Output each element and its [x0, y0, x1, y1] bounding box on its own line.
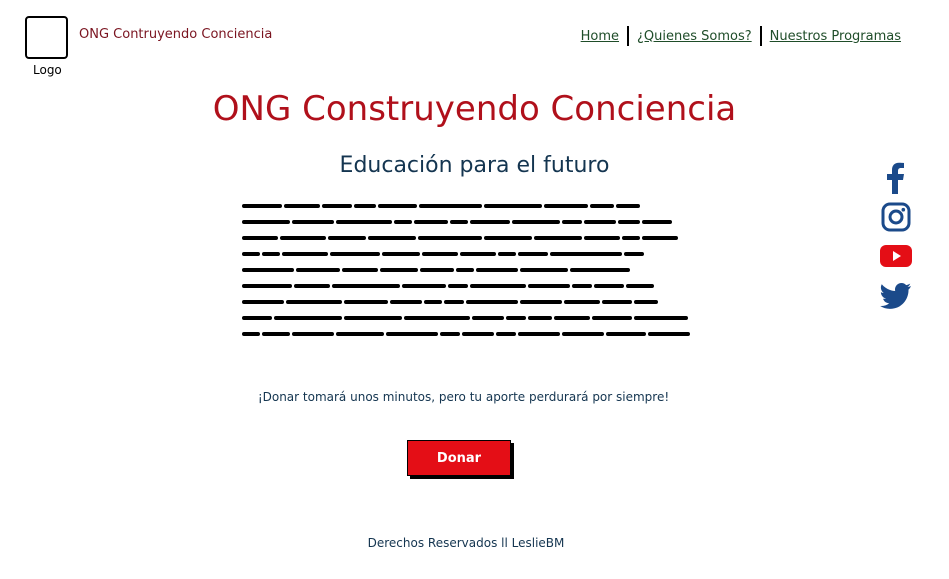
logo-label: Logo: [33, 63, 62, 77]
nav-nuestros-programas-link[interactable]: Nuestros Programas: [762, 29, 901, 44]
nav-quienes-somos-link[interactable]: ¿Quienes Somos?: [629, 29, 760, 44]
youtube-icon[interactable]: [880, 240, 912, 272]
donate-message: ¡Donar tomará unos minutos, pero tu apor…: [257, 390, 670, 404]
nav-home-link[interactable]: Home: [573, 29, 627, 44]
main-nav: Home ¿Quienes Somos? Nuestros Programas: [573, 26, 901, 46]
page-subtitle: Educación para el futuro: [339, 153, 610, 178]
social-links: [880, 162, 920, 318]
footer-copyright: Derechos Reservados ll LeslieBM: [367, 536, 565, 550]
page-title: ONG Construyendo Conciencia: [212, 89, 737, 129]
facebook-icon[interactable]: [880, 162, 912, 194]
donate-button[interactable]: Donar: [407, 440, 511, 476]
brand-name: ONG Contruyendo Conciencia: [79, 27, 273, 42]
instagram-icon[interactable]: [880, 201, 912, 233]
twitter-icon[interactable]: [880, 279, 912, 311]
placeholder-text-scribble: [242, 204, 690, 336]
logo-placeholder[interactable]: [25, 16, 68, 59]
